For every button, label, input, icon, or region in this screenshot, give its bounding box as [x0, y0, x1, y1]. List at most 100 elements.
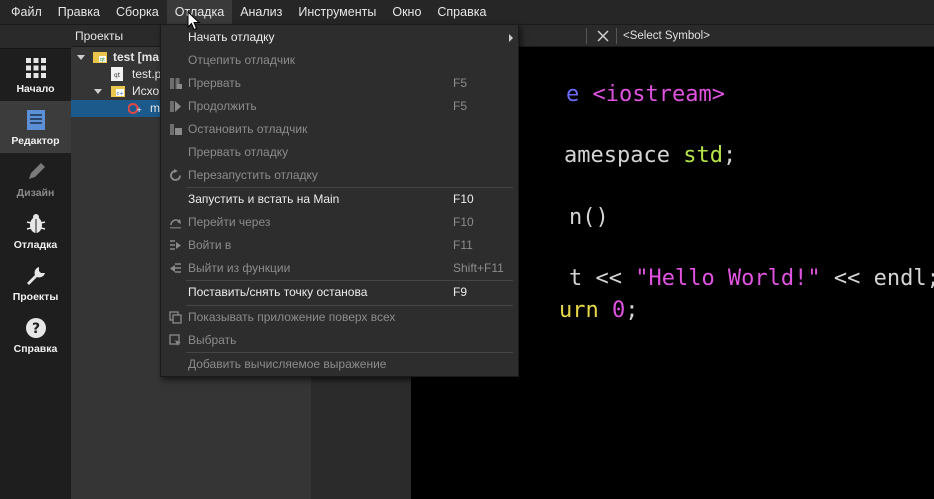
- menu-item-interrupt[interactable]: Прервать F5: [161, 72, 518, 95]
- code-token: "Hello World!": [635, 266, 821, 291]
- menu-item-shortcut: F5: [453, 76, 468, 90]
- step-out-icon: [169, 262, 182, 275]
- menu-tools[interactable]: Инструменты: [290, 0, 384, 25]
- mode-projects[interactable]: Проекты: [0, 257, 71, 309]
- menu-item-select-widget[interactable]: Выбрать: [161, 329, 518, 352]
- code-line-return: urn 0;: [506, 273, 638, 348]
- menu-item-label: Остановить отладчик: [188, 122, 308, 136]
- help-icon: ?: [24, 316, 48, 340]
- interrupt-icon: [169, 77, 182, 90]
- expand-arrow-icon[interactable]: [94, 89, 102, 94]
- tree-item-sources-label: Исхо: [132, 84, 160, 98]
- pencil-icon: [24, 160, 48, 184]
- menu-help[interactable]: Справка: [429, 0, 494, 25]
- mode-help-label: Справка: [13, 342, 58, 355]
- mode-design-label: Дизайн: [16, 186, 55, 199]
- wrench-icon: [24, 264, 48, 288]
- menu-item-label: Продолжить: [188, 99, 257, 113]
- menu-item-add-expression[interactable]: Добавить вычисляемое выражение: [161, 353, 518, 376]
- menu-item-app-on-top[interactable]: Показывать приложение поверх всех: [161, 306, 518, 329]
- expand-arrow-icon[interactable]: [77, 55, 85, 60]
- menu-item-restart-debugging[interactable]: Перезапустить отладку: [161, 164, 518, 187]
- menu-analyze[interactable]: Анализ: [232, 0, 290, 25]
- menu-item-run-to-main[interactable]: Запустить и встать на Main F10: [161, 188, 518, 211]
- code-token: << endl;: [820, 266, 934, 291]
- menu-item-shortcut: F9: [453, 285, 468, 299]
- tree-item-pro-file-label: test.p: [132, 67, 162, 81]
- document-icon: [24, 108, 48, 132]
- app-on-top-icon: [169, 311, 182, 324]
- menu-item-shortcut: F11: [453, 238, 473, 252]
- cpp-file-icon: +: [127, 102, 142, 115]
- menu-item-stop-debugger[interactable]: Остановить отладчик: [161, 118, 518, 141]
- stop-debugger-icon: [169, 123, 182, 136]
- menu-window[interactable]: Окно: [384, 0, 429, 25]
- menu-item-label: Поставить/снять точку останова: [188, 285, 368, 299]
- menu-edit[interactable]: Правка: [50, 0, 108, 25]
- svg-text:c+: c+: [117, 91, 124, 97]
- pro-file-icon: qt: [111, 67, 123, 81]
- step-over-icon: [169, 216, 182, 229]
- menu-item-start-debugging[interactable]: Начать отладку: [161, 26, 518, 49]
- menu-item-shortcut: F10: [453, 192, 474, 206]
- submenu-arrow-icon: [509, 34, 513, 42]
- menu-item-label: Отцепить отладчик: [188, 53, 296, 67]
- mode-help[interactable]: ? Справка: [0, 309, 71, 361]
- mode-design[interactable]: Дизайн: [0, 153, 71, 205]
- mode-welcome[interactable]: Начало: [0, 49, 71, 101]
- menu-item-label: Выбрать: [188, 333, 237, 347]
- svg-text:+: +: [136, 106, 142, 114]
- menu-item-step-out[interactable]: Выйти из функции Shift+F11: [161, 257, 518, 280]
- menu-item-label: Запустить и встать на Main: [188, 192, 340, 206]
- code-token: <iostream>: [592, 82, 725, 107]
- toolbar-separator: [616, 28, 617, 44]
- code-token: std: [683, 143, 723, 168]
- svg-text:qt: qt: [100, 57, 105, 63]
- menu-item-step-into[interactable]: Войти в F11: [161, 234, 518, 257]
- step-into-icon: [169, 239, 182, 252]
- symbol-selector[interactable]: <Select Symbol>: [623, 25, 710, 47]
- mode-bar-top: [0, 25, 71, 49]
- close-icon[interactable]: [596, 29, 610, 43]
- menu-item-label: Перезапустить отладку: [188, 168, 318, 182]
- tree-item-main-cpp-label: m: [150, 101, 160, 115]
- menu-item-continue[interactable]: Продолжить F5: [161, 95, 518, 118]
- mode-editor[interactable]: Редактор: [0, 101, 71, 153]
- mode-selector: Начало Редактор Дизайн Отладка Проекты ?…: [0, 25, 71, 499]
- sources-folder-icon: c+: [111, 84, 125, 98]
- menu-item-toggle-breakpoint[interactable]: Поставить/снять точку останова F9: [161, 281, 518, 304]
- select-icon: [169, 334, 182, 347]
- menu-item-label: Перейти через: [188, 215, 271, 229]
- code-token: n(): [568, 205, 609, 230]
- menu-item-label: Добавить вычисляемое выражение: [188, 357, 387, 371]
- svg-text:?: ?: [31, 321, 39, 337]
- mouse-cursor-icon: [187, 10, 201, 31]
- menu-file[interactable]: Файл: [3, 0, 50, 25]
- mode-debug-label: Отладка: [13, 238, 58, 251]
- code-token: urn: [558, 298, 612, 323]
- code-token: e: [565, 82, 593, 107]
- menu-item-detach-debugger[interactable]: Отцепить отладчик: [161, 49, 518, 72]
- menu-item-step-over[interactable]: Перейти через F10: [161, 211, 518, 234]
- code-token: amespace: [563, 143, 684, 168]
- menu-item-label: Показывать приложение поверх всех: [188, 310, 396, 324]
- menu-item-shortcut: F5: [453, 99, 468, 113]
- menu-item-label: Войти в: [188, 238, 232, 252]
- menu-item-abort-debugging[interactable]: Прервать отладку: [161, 141, 518, 164]
- mode-debug[interactable]: Отладка: [0, 205, 71, 257]
- continue-icon: [169, 100, 182, 113]
- menu-build[interactable]: Сборка: [108, 0, 167, 25]
- code-token: ;: [722, 143, 737, 168]
- project-folder-icon: qt: [93, 50, 107, 64]
- menu-item-shortcut: F10: [453, 215, 474, 229]
- menu-item-shortcut: Shift+F11: [453, 261, 504, 275]
- code-token: ;: [625, 298, 639, 323]
- grid-icon: [24, 56, 48, 80]
- code-token: 0: [611, 298, 626, 323]
- mode-welcome-label: Начало: [16, 82, 55, 95]
- toolbar-separator: [586, 28, 587, 44]
- menu-item-label: Выйти из функции: [188, 261, 291, 275]
- svg-text:qt: qt: [114, 72, 121, 79]
- menubar: Файл Правка Сборка Отладка Анализ Инстру…: [0, 0, 934, 25]
- restart-icon: [169, 169, 182, 182]
